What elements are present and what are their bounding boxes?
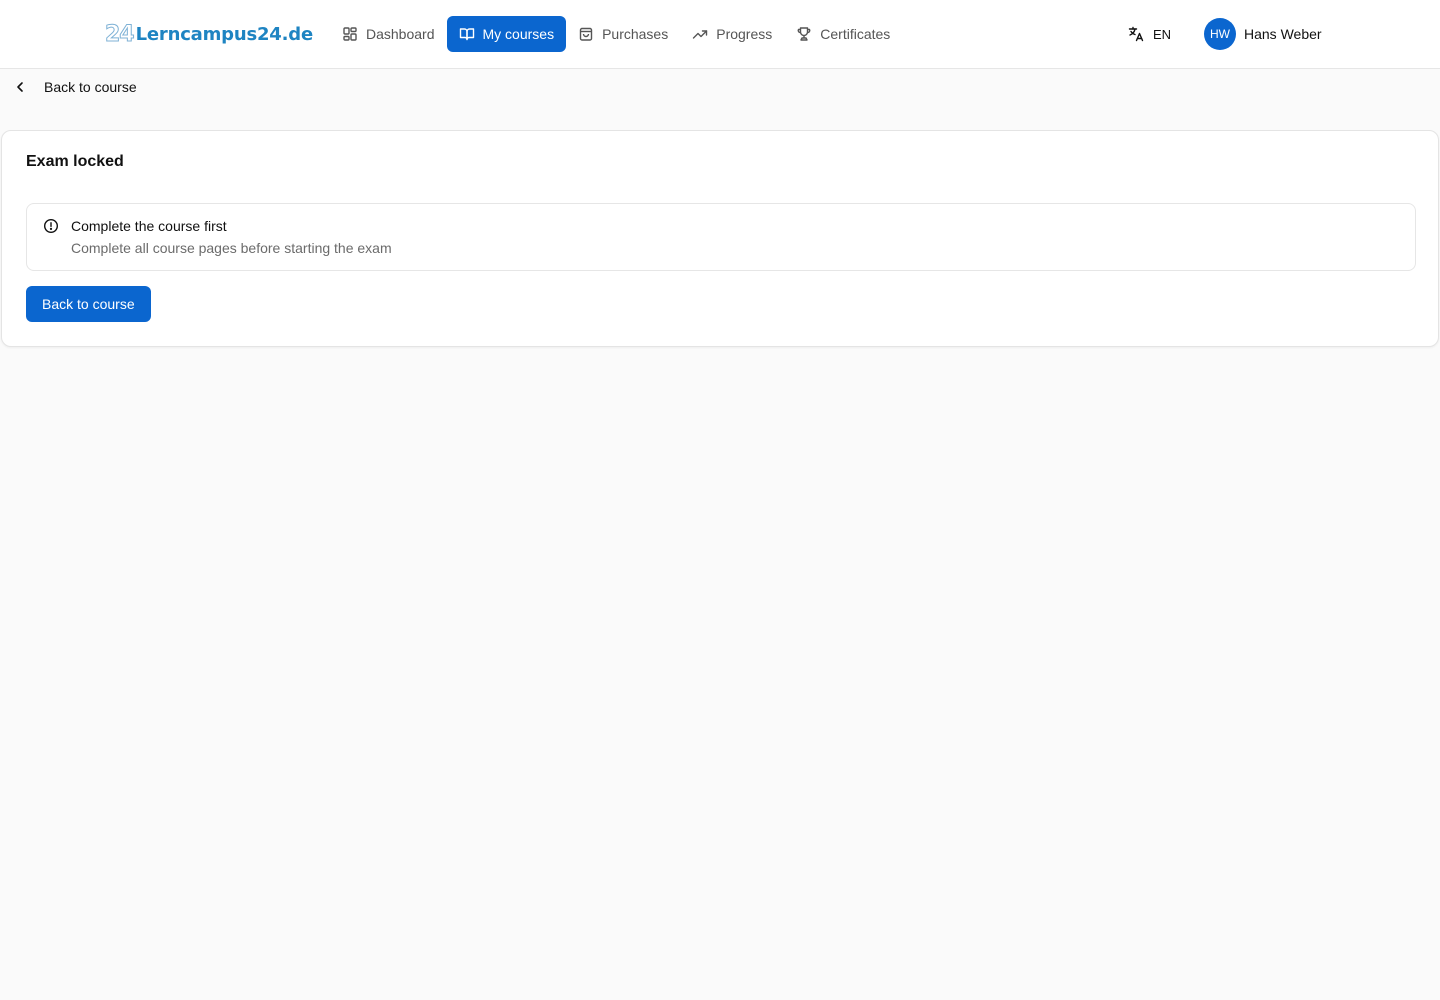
user-menu[interactable]: HW Hans Weber — [1204, 18, 1322, 50]
user-name: Hans Weber — [1244, 26, 1322, 42]
avatar: HW — [1204, 18, 1236, 50]
nav-item-certificates[interactable]: Certificates — [784, 16, 902, 52]
top-navigation-bar: 24 Lerncampus24.de Dashboard My courses — [0, 0, 1440, 69]
alert-circle-icon — [43, 218, 59, 234]
language-code: EN — [1153, 26, 1172, 42]
nav-item-label: Purchases — [602, 26, 669, 42]
nav-item-purchases[interactable]: Purchases — [566, 16, 680, 52]
nav-item-label: My courses — [482, 26, 555, 42]
site-logo[interactable]: 24 Lerncampus24.de — [105, 20, 314, 48]
open-book-icon — [459, 28, 474, 41]
alert-title: Complete the course first — [71, 218, 227, 234]
alert-box: Complete the course first Complete all c… — [26, 203, 1416, 271]
logo-mark: 24 — [105, 21, 136, 47]
nav-item-label: Certificates — [820, 26, 891, 42]
nav-item-label: Progress — [716, 26, 773, 42]
shopping-bag-icon — [579, 27, 593, 41]
chevron-left-icon — [17, 82, 23, 92]
exam-locked-card: Exam locked Complete the course first Co… — [1, 130, 1439, 347]
nav-item-label: Dashboard — [366, 26, 435, 42]
trophy-icon — [797, 27, 811, 41]
language-switcher[interactable]: EN — [1122, 18, 1177, 50]
card-title: Exam locked — [26, 153, 124, 170]
back-link-label: Back to course — [44, 79, 137, 95]
logo-text: Lerncampus24.de — [135, 23, 314, 45]
main-nav: Dashboard My courses Purchases Progress — [330, 16, 902, 52]
back-to-course-link[interactable]: Back to course — [12, 76, 137, 98]
back-to-course-button[interactable]: Back to course — [26, 286, 151, 322]
nav-item-progress[interactable]: Progress — [680, 16, 784, 52]
trending-up-icon — [693, 30, 708, 39]
dashboard-grid-icon — [343, 27, 357, 41]
nav-item-dashboard[interactable]: Dashboard — [330, 16, 447, 52]
nav-item-my-courses[interactable]: My courses — [446, 16, 567, 52]
alert-description: Complete all course pages before startin… — [71, 240, 392, 256]
translate-icon — [1128, 26, 1144, 42]
